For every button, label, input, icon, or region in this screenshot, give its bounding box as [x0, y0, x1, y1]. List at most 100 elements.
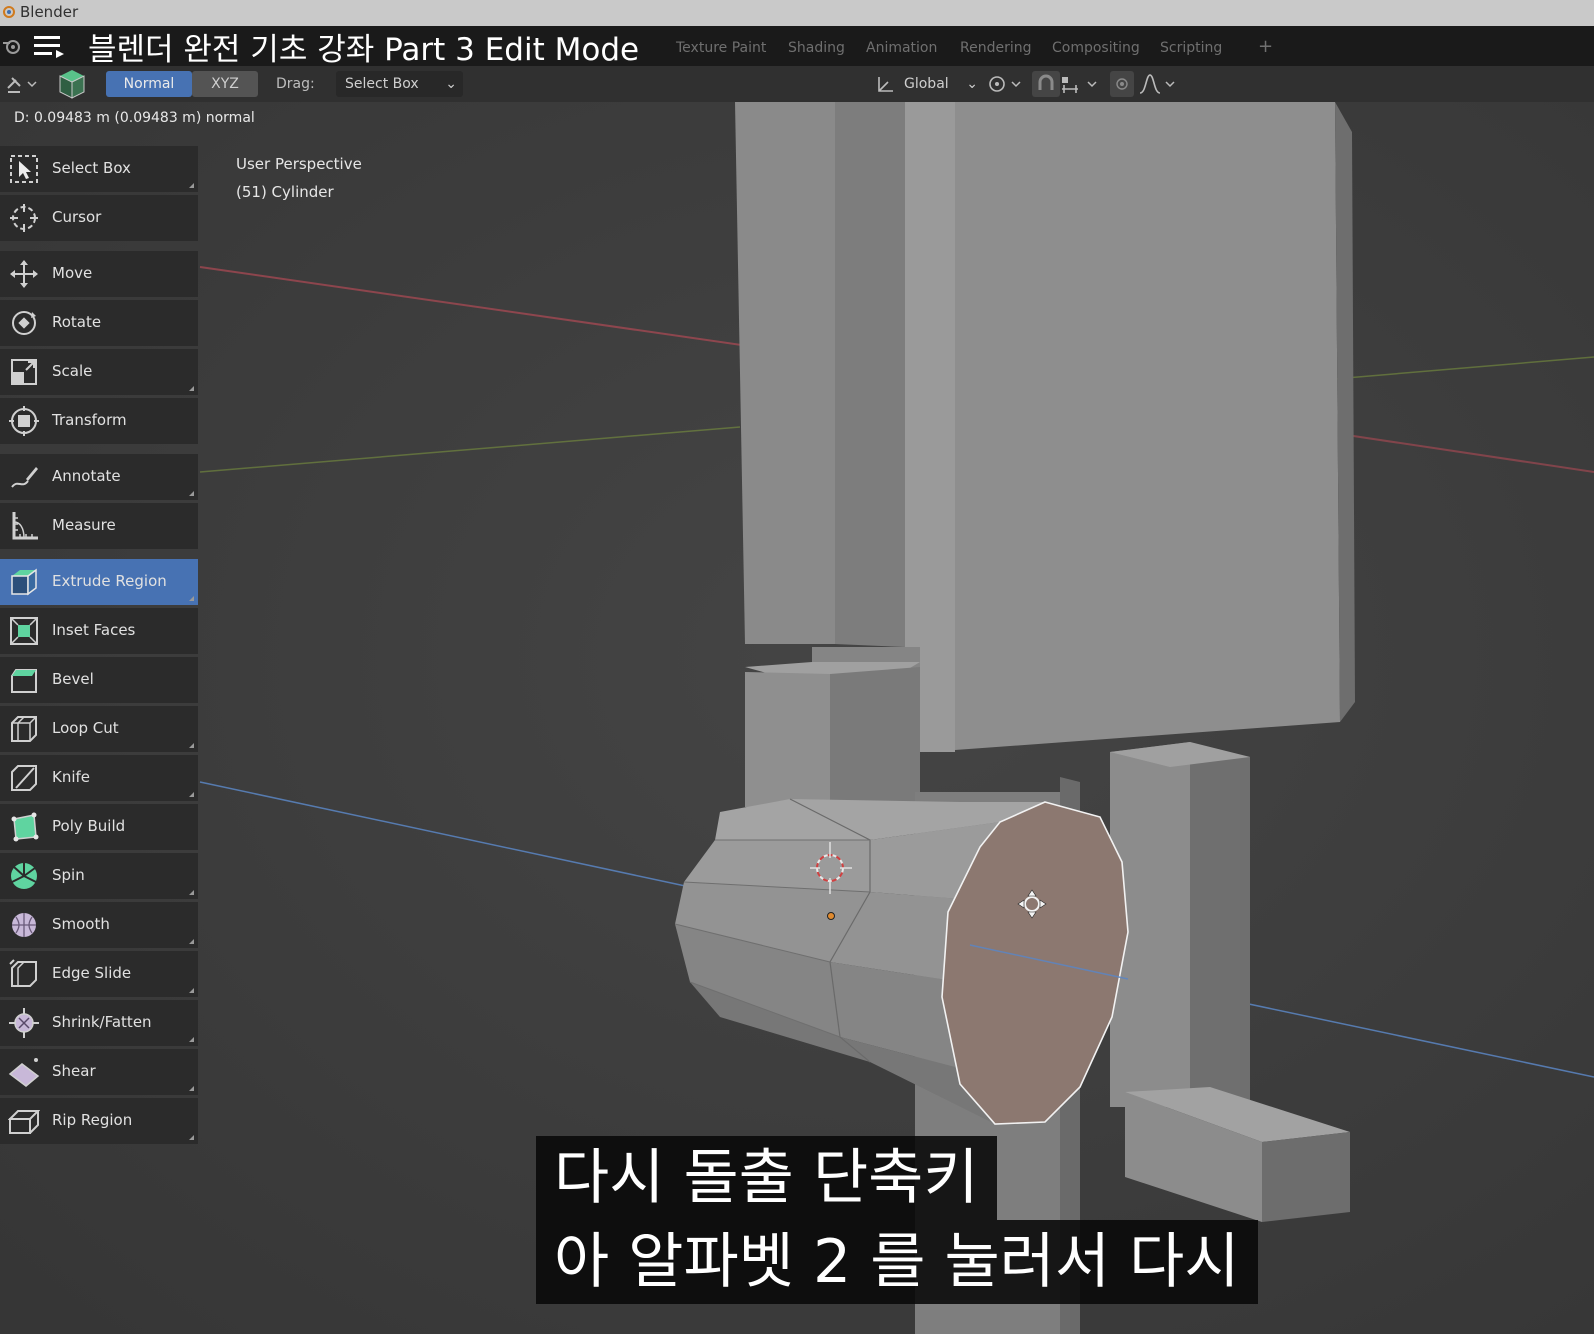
- tool-select-box[interactable]: Select Box: [0, 146, 198, 192]
- tool-bevel[interactable]: Bevel: [0, 657, 198, 703]
- snap-target-icon[interactable]: [1060, 73, 1100, 95]
- small-block-side: [830, 667, 920, 812]
- tool-label: Shear: [52, 1062, 96, 1080]
- tool-variants-indicator: [189, 1037, 194, 1042]
- tool-shrink-fatten[interactable]: Shrink/Fatten: [0, 1000, 198, 1046]
- drag-select-value: Select Box: [345, 76, 419, 92]
- annotate-icon: [11, 467, 38, 488]
- tool-label: Poly Build: [52, 817, 126, 835]
- tool-label: Knife: [52, 768, 91, 786]
- rotate-icon: [12, 311, 36, 335]
- playlist-menu-icon[interactable]: [34, 34, 64, 58]
- tool-move[interactable]: Move: [0, 251, 198, 297]
- tab-rendering[interactable]: Rendering: [960, 40, 1032, 56]
- viewport-info: User Perspective (51) Cylinder: [236, 150, 362, 206]
- tab-compositing[interactable]: Compositing: [1052, 40, 1140, 56]
- tool-label: Select Box: [52, 159, 131, 177]
- tool-label: Measure: [52, 516, 116, 534]
- subtitle-line-2: 아 알파벳 2 를 눌러서 다시: [536, 1220, 1258, 1304]
- proportional-edit-button[interactable]: [1110, 71, 1134, 97]
- tool-rotate[interactable]: Rotate: [0, 300, 198, 346]
- tool-label: Smooth: [52, 915, 110, 933]
- tool-smooth[interactable]: Smooth: [0, 902, 198, 948]
- right-leg-side: [1190, 742, 1250, 1112]
- tool-label: Move: [52, 264, 93, 282]
- object-origin-icon: [827, 912, 835, 920]
- tool-label: Loop Cut: [52, 719, 119, 737]
- tool-label: Edge Slide: [52, 964, 132, 982]
- tool-annotate[interactable]: Annotate: [0, 454, 198, 500]
- tool-poly-build[interactable]: Poly Build: [0, 804, 198, 850]
- tool-variants-indicator: [189, 491, 194, 496]
- tool-variants-indicator: [189, 890, 194, 895]
- tool-label: Rip Region: [52, 1111, 133, 1129]
- edge-slide-icon: [9, 959, 37, 987]
- tool-transform[interactable]: Transform: [0, 398, 198, 444]
- tool-label: Inset Faces: [52, 621, 136, 639]
- video-title-overlay: 블렌더 완전 기초 강좌 Part 3 Edit Mode: [34, 26, 694, 68]
- measure-icon: [12, 512, 38, 540]
- tool-edge-slide[interactable]: Edge Slide: [0, 951, 198, 997]
- tool-label: Rotate: [52, 313, 102, 331]
- rip-region-icon: [8, 1110, 40, 1134]
- tool-label: Extrude Region: [52, 572, 167, 590]
- small-block-front: [745, 672, 830, 812]
- left-pillar-side: [835, 102, 905, 647]
- tool-spin[interactable]: Spin: [0, 853, 198, 899]
- tool-variants-indicator: [189, 939, 194, 944]
- shear-icon: [8, 1058, 40, 1087]
- smooth-icon: [12, 913, 36, 937]
- magnet-icon: [1038, 74, 1054, 90]
- tool-scale[interactable]: Scale: [0, 349, 198, 395]
- transform-orientation-dropdown[interactable]: Global ⌄: [898, 71, 984, 97]
- orientation-normal-button[interactable]: Normal: [106, 71, 192, 97]
- spin-icon: [11, 863, 37, 889]
- tool-variants-indicator: [189, 792, 194, 797]
- pivot-point-icon[interactable]: [986, 73, 1024, 95]
- scale-icon: [11, 359, 37, 385]
- blender-menu-icon[interactable]: [2, 36, 22, 56]
- tool-variants-indicator: [189, 743, 194, 748]
- chevron-down-icon: ⌄: [966, 76, 978, 92]
- tab-animation[interactable]: Animation: [866, 40, 937, 56]
- tool-rip-region[interactable]: Rip Region: [0, 1098, 198, 1144]
- blender-logo-icon: [3, 6, 15, 18]
- proportional-editing-icon: [1116, 78, 1128, 90]
- tool-label: Transform: [52, 411, 127, 429]
- tool-label: Annotate: [52, 467, 121, 485]
- tool-label: Spin: [52, 866, 85, 884]
- shrink-fatten-icon: [9, 1008, 39, 1038]
- active-object-label: (51) Cylinder: [236, 183, 334, 201]
- tool-measure[interactable]: Measure: [0, 503, 198, 549]
- tool-variants-indicator: [189, 386, 194, 391]
- snap-toggle-button[interactable]: [1032, 71, 1060, 97]
- tool-label: Shrink/Fatten: [52, 1013, 152, 1031]
- left-pillar-front: [735, 102, 835, 644]
- tool-loop-cut[interactable]: Loop Cut: [0, 706, 198, 752]
- drag-label: Drag:: [276, 76, 315, 92]
- loop-cut-icon: [11, 716, 37, 742]
- drag-select-dropdown[interactable]: Select Box ⌄: [336, 71, 463, 97]
- add-workspace-icon[interactable]: +: [1258, 36, 1273, 57]
- tool-inset-faces[interactable]: Inset Faces: [0, 608, 198, 654]
- tool-label: Scale: [52, 362, 93, 380]
- tab-shading[interactable]: Shading: [788, 40, 845, 56]
- snap-tool-icon[interactable]: [6, 74, 38, 94]
- video-title: 블렌더 완전 기초 강좌 Part 3 Edit Mode: [88, 32, 640, 68]
- foot-block-side: [1262, 1132, 1350, 1222]
- orientation-xyz-button[interactable]: XYZ: [192, 71, 258, 97]
- tool-shear[interactable]: Shear: [0, 1049, 198, 1095]
- tab-scripting[interactable]: Scripting: [1160, 40, 1222, 56]
- tool-extrude-region[interactable]: Extrude Region: [0, 559, 198, 605]
- subtitle-line-1: 다시 돌출 단축키: [536, 1136, 997, 1220]
- chevron-down-icon: ⌄: [445, 76, 457, 92]
- tool-variants-indicator: [189, 1086, 194, 1091]
- select-box-icon: [10, 155, 38, 183]
- tool-cursor[interactable]: Cursor: [0, 195, 198, 241]
- window-titlebar: Blender: [0, 0, 1594, 26]
- mesh-select-mode-icon[interactable]: [56, 66, 88, 100]
- tool-knife[interactable]: Knife: [0, 755, 198, 801]
- falloff-curve-icon[interactable]: [1138, 73, 1178, 95]
- tool-variants-indicator: [189, 1135, 194, 1140]
- tool-variants-indicator: [189, 596, 194, 601]
